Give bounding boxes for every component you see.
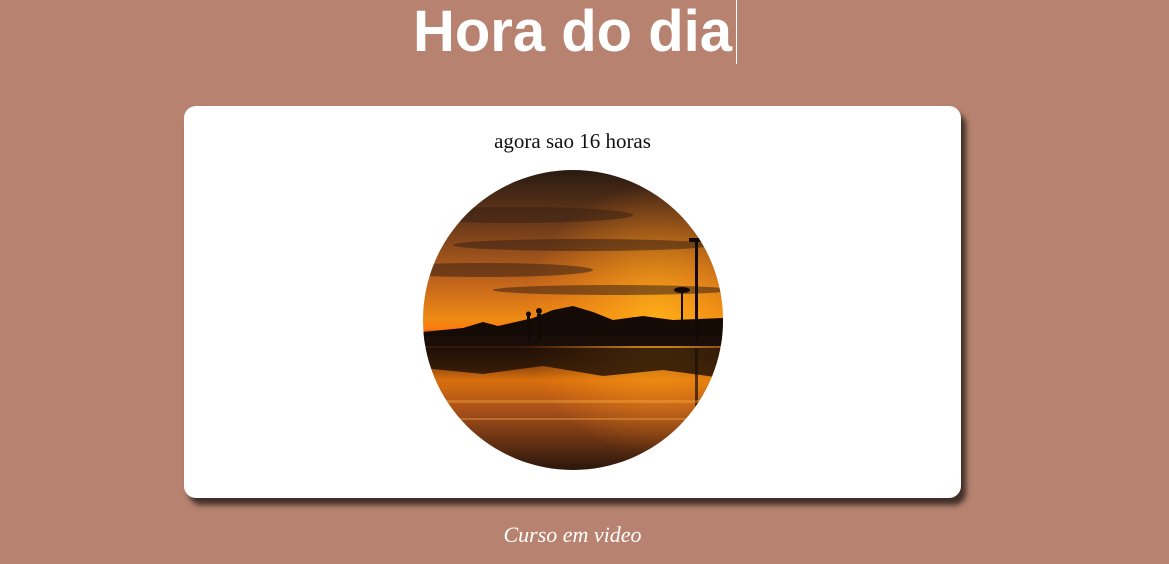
time-message: agora sao 16 horas [494,129,651,153]
sunset-photo [423,170,723,470]
footer-credit: Curso em video [503,522,642,547]
page-title: Hora do dia [412,0,733,64]
time-card: agora sao 16 horas [184,106,961,498]
text-caret [736,0,737,64]
